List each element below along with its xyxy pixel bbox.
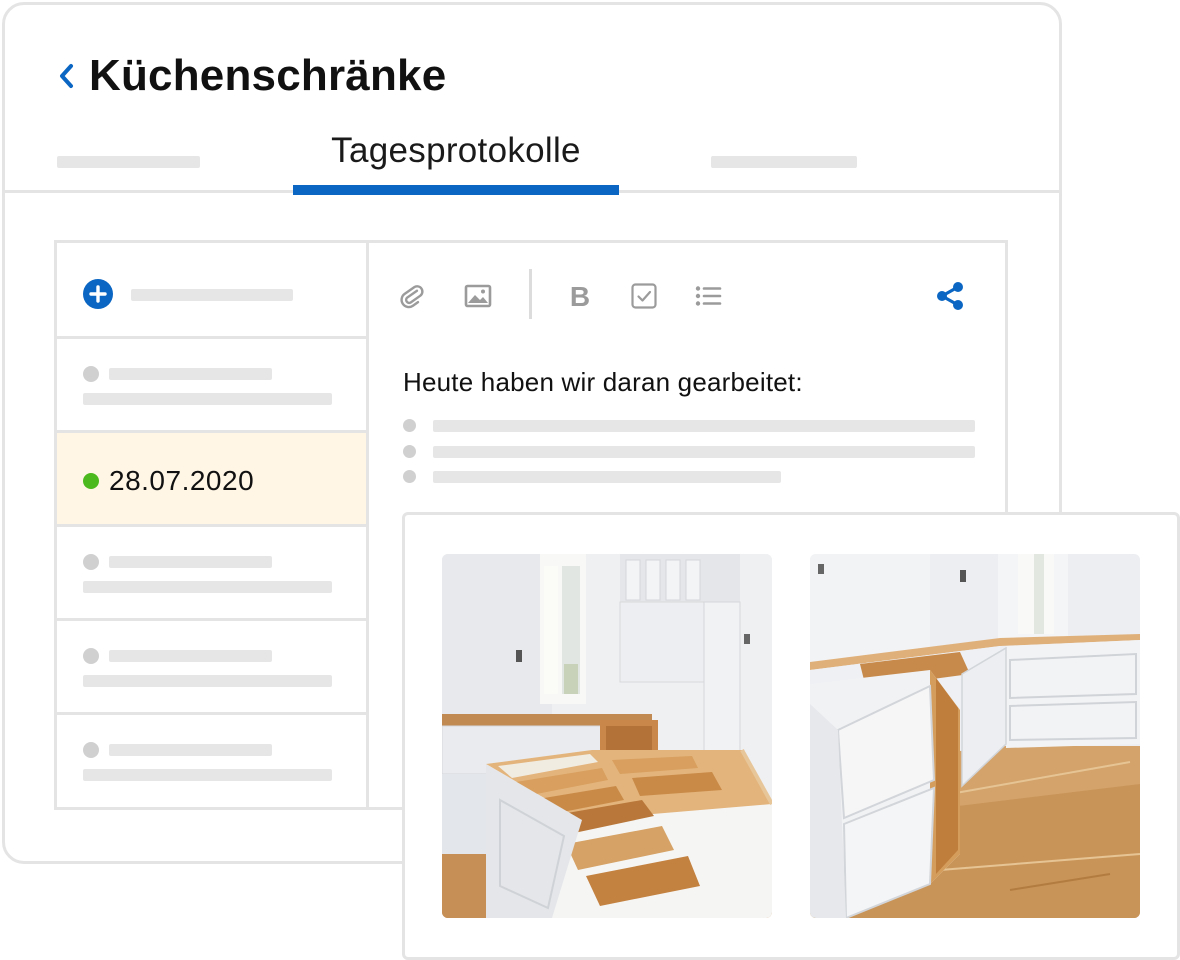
text-placeholder	[433, 420, 975, 432]
log-list: 28.07.2020	[57, 243, 369, 807]
bullet-dot	[403, 419, 416, 432]
bold-icon[interactable]: B	[565, 281, 595, 311]
list-item[interactable]	[57, 715, 366, 809]
add-entry-label-placeholder	[131, 289, 293, 301]
photo-kitchen-island-image	[442, 554, 772, 918]
bullet-item	[403, 419, 975, 433]
status-dot-active	[83, 473, 99, 489]
image-icon[interactable]	[463, 281, 493, 311]
text-placeholder	[109, 650, 272, 662]
bullet-dot	[403, 445, 416, 458]
text-placeholder	[83, 769, 332, 781]
status-dot	[83, 648, 99, 664]
status-dot	[83, 742, 99, 758]
text-placeholder	[109, 556, 272, 568]
tab-tagesprotokolle[interactable]: Tagesprotokolle	[293, 131, 619, 195]
page-title: Küchenschränke	[89, 51, 447, 100]
photo-base-cabinets-image	[810, 554, 1140, 918]
entry-date: 28.07.2020	[109, 465, 255, 496]
tab-placeholder-right[interactable]	[711, 156, 857, 168]
svg-text:B: B	[570, 281, 590, 311]
bulleted-list-icon[interactable]	[693, 281, 723, 311]
status-dot	[83, 554, 99, 570]
text-placeholder	[109, 368, 272, 380]
editor-heading: Heute haben wir daran gearbeitet:	[403, 367, 803, 397]
text-placeholder	[83, 675, 332, 687]
list-item[interactable]	[57, 339, 366, 433]
tab-label: Tagesprotokolle	[331, 131, 581, 170]
plus-circle-icon	[83, 279, 113, 309]
list-item[interactable]	[57, 621, 366, 715]
tab-bar: Tagesprotokolle	[5, 125, 1059, 195]
toolbar-separator	[529, 269, 532, 319]
bullet-item	[403, 445, 975, 459]
text-placeholder	[433, 471, 781, 483]
text-placeholder	[433, 446, 975, 458]
bullet-item	[403, 470, 975, 484]
text-placeholder	[83, 581, 332, 593]
add-entry-button[interactable]	[57, 243, 366, 339]
photo-base-cabinets[interactable]	[810, 554, 1140, 918]
text-placeholder	[109, 744, 272, 756]
active-tab-underline	[293, 185, 619, 195]
text-placeholder	[83, 393, 332, 405]
chevron-left-icon[interactable]	[57, 63, 77, 89]
list-item-selected[interactable]: 28.07.2020	[57, 433, 366, 527]
tab-placeholder-left[interactable]	[57, 156, 200, 168]
bullet-dot	[403, 470, 416, 483]
photo-attachments-card	[402, 512, 1180, 960]
list-item[interactable]	[57, 527, 366, 621]
status-dot	[83, 366, 99, 382]
attachment-icon[interactable]	[397, 281, 427, 311]
photo-kitchen-island[interactable]	[442, 554, 772, 918]
checkbox-icon[interactable]	[629, 281, 659, 311]
share-icon[interactable]	[933, 279, 967, 313]
